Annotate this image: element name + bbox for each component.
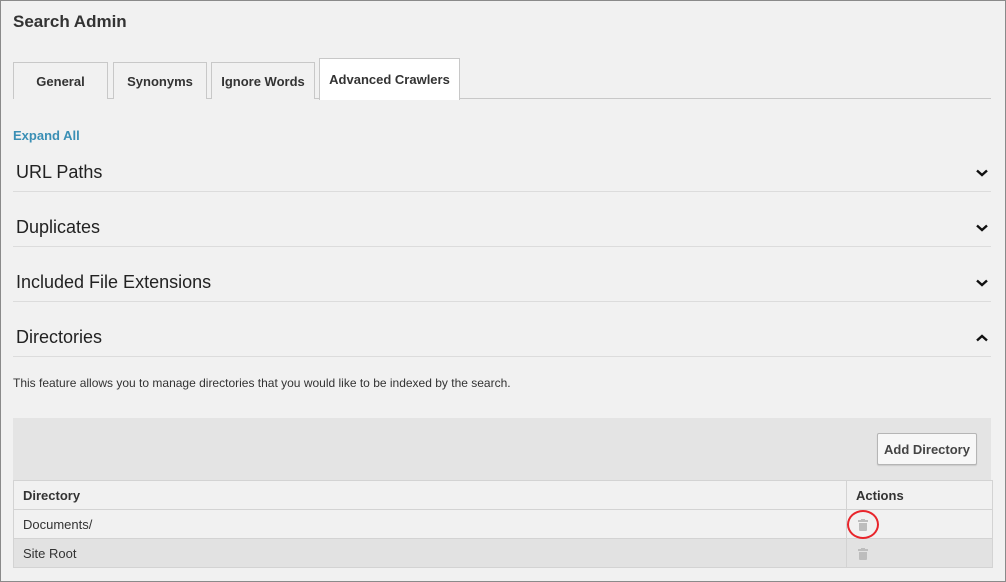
column-header-directory[interactable]: Directory <box>13 480 847 510</box>
add-directory-button[interactable]: Add Directory <box>877 433 977 465</box>
actions-cell <box>846 538 993 568</box>
tab-general[interactable]: General <box>13 62 108 99</box>
page-title: Search Admin <box>13 12 127 31</box>
table-row: Site Root <box>13 538 993 568</box>
table-row: Documents/ <box>13 509 993 539</box>
directories-table: Directory Actions Documents/ Site Root <box>13 480 993 568</box>
section-label: Duplicates <box>16 217 101 237</box>
tab-synonyms[interactable]: Synonyms <box>113 62 207 99</box>
chevron-down-icon[interactable] <box>975 221 989 235</box>
tab-ignore-words[interactable]: Ignore Words <box>211 62 315 99</box>
trash-icon[interactable] <box>858 519 868 532</box>
section-duplicates[interactable]: Duplicates <box>13 209 991 247</box>
directory-cell: Site Root <box>13 538 847 568</box>
section-label: URL Paths <box>16 162 103 182</box>
tab-advanced-crawlers[interactable]: Advanced Crawlers <box>319 58 460 100</box>
expand-all-link[interactable]: Expand All <box>13 128 80 143</box>
admin-window: Search Admin General Synonyms Ignore Wor… <box>0 0 1006 582</box>
section-directories[interactable]: Directories <box>13 319 991 357</box>
directories-description: This feature allows you to manage direct… <box>13 376 511 390</box>
column-header-actions: Actions <box>846 480 993 510</box>
section-label: Included File Extensions <box>16 272 212 292</box>
section-included-file-extensions[interactable]: Included File Extensions <box>13 264 991 302</box>
tab-bar: General Synonyms Ignore Words Advanced C… <box>13 58 991 100</box>
directories-panel: Add Directory Directory Actions Document… <box>13 418 993 568</box>
trash-icon[interactable] <box>858 548 868 561</box>
section-url-paths[interactable]: URL Paths <box>13 154 991 192</box>
actions-cell <box>846 509 993 539</box>
chevron-down-icon[interactable] <box>975 276 989 290</box>
chevron-up-icon[interactable] <box>975 331 989 345</box>
directory-cell: Documents/ <box>13 509 847 539</box>
section-label: Directories <box>16 327 103 347</box>
table-header-row: Directory Actions <box>13 480 993 510</box>
chevron-down-icon[interactable] <box>975 166 989 180</box>
